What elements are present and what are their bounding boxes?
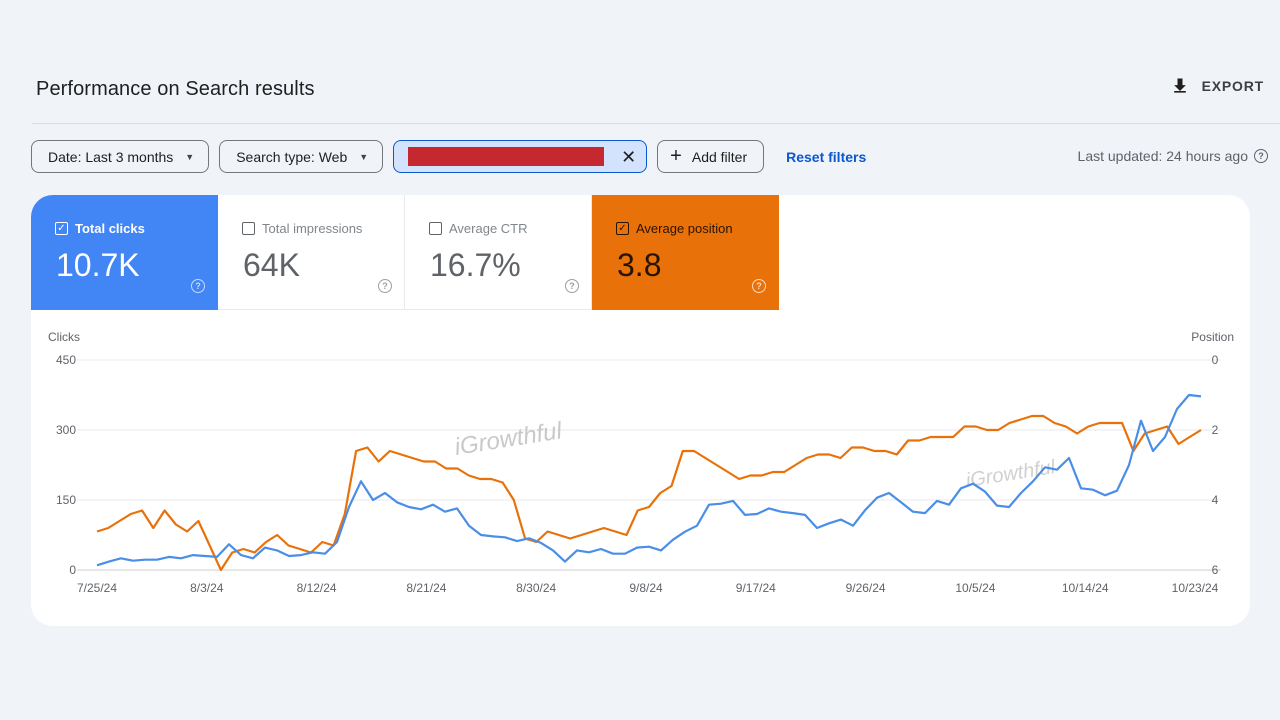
plus-icon: +	[670, 144, 682, 167]
help-icon[interactable]: ?	[191, 279, 205, 293]
checkbox-checked-icon: ✓	[55, 222, 68, 235]
x-tick-label: 9/8/24	[629, 581, 663, 595]
x-tick-label: 8/12/24	[297, 581, 337, 595]
download-icon	[1173, 78, 1186, 93]
checkbox-checked-icon: ✓	[616, 222, 629, 235]
right-tick-label: 2	[1212, 423, 1219, 437]
y-axis-label-right: Position	[1191, 330, 1234, 344]
x-tick-label: 8/21/24	[406, 581, 446, 595]
metric-header: ✓ Total clicks	[55, 221, 145, 236]
left-tick-label: 150	[56, 493, 76, 507]
x-tick-label: 10/5/24	[955, 581, 995, 595]
left-tick-label: 0	[69, 563, 76, 577]
metric-total-clicks[interactable]: ✓ Total clicks 10.7K ?	[31, 195, 218, 310]
x-tick-label: 9/26/24	[846, 581, 886, 595]
metric-total-impressions[interactable]: Total impressions 64K ?	[218, 195, 405, 310]
right-tick-label: 0	[1212, 353, 1219, 367]
y-axis-label-left: Clicks	[48, 330, 80, 344]
checkbox-unchecked-icon	[242, 222, 255, 235]
metric-value: 64K	[243, 247, 300, 283]
export-button[interactable]: EXPORT	[1170, 76, 1264, 96]
date-filter-chip[interactable]: Date: Last 3 months ▼	[31, 140, 210, 173]
metric-average-position[interactable]: ✓ Average position 3.8 ?	[592, 195, 779, 310]
metric-header: ✓ Average position	[616, 221, 733, 236]
metric-header: Average CTR	[429, 221, 528, 236]
metric-label: Total clicks	[75, 221, 145, 236]
left-tick-label: 450	[56, 353, 76, 367]
search-type-filter-label: Search type: Web	[236, 148, 348, 165]
last-updated-text: Last updated: 24 hours ago	[1077, 148, 1248, 164]
last-updated: Last updated: 24 hours ago ?	[1078, 148, 1268, 164]
x-tick-label: 7/25/24	[77, 581, 117, 595]
performance-chart[interactable]: 450 300 150 0 0 2 4 6 Clicks Position 7/25/24 8/3/2…	[31, 310, 1250, 626]
dropdown-arrow-icon: ▼	[185, 151, 195, 162]
export-label: EXPORT	[1201, 78, 1264, 94]
checkbox-unchecked-icon	[429, 222, 442, 235]
left-tick-label: 300	[56, 423, 76, 437]
metric-tiles: ✓ Total clicks 10.7K ? Total impressions…	[31, 195, 1250, 310]
date-filter-label: Date: Last 3 months	[48, 148, 174, 165]
x-tick-label: 9/17/24	[736, 581, 776, 595]
help-icon[interactable]: ?	[378, 279, 392, 293]
redacted-filter-value	[408, 147, 605, 166]
x-tick-label: 8/3/24	[190, 581, 224, 595]
dropdown-arrow-icon: ▼	[359, 151, 369, 162]
chart-svg: 450 300 150 0 0 2 4 6 Clicks Position 7/25/24 8/3/2…	[48, 330, 1234, 595]
header-divider	[32, 123, 1280, 124]
watermark-text: iGrowthful	[453, 417, 565, 461]
metric-label: Average position	[636, 221, 733, 236]
help-icon[interactable]: ?	[565, 279, 579, 293]
metric-label: Average CTR	[449, 221, 528, 236]
clicks-line	[96, 393, 1202, 567]
add-filter-label: Add filter	[691, 148, 748, 165]
performance-card: ✓ Total clicks 10.7K ? Total impressions…	[31, 195, 1250, 626]
reset-filters-link[interactable]: Reset filters	[786, 149, 866, 165]
metric-value: 10.7K	[56, 247, 140, 283]
metric-value: 3.8	[617, 247, 662, 283]
x-tick-label: 10/23/24	[1172, 581, 1219, 595]
x-tick-label: 8/30/24	[516, 581, 556, 595]
filter-bar: Date: Last 3 months ▼ Search type: Web ▼…	[31, 140, 866, 173]
help-icon[interactable]: ?	[1254, 149, 1268, 163]
close-icon[interactable]: ✕	[621, 148, 636, 166]
right-tick-label: 6	[1212, 563, 1219, 577]
right-tick-label: 4	[1212, 493, 1219, 507]
redacted-filter-chip[interactable]: ✕	[393, 140, 648, 173]
help-icon[interactable]: ?	[752, 279, 766, 293]
add-filter-button[interactable]: + Add filter	[657, 140, 765, 173]
search-type-filter-chip[interactable]: Search type: Web ▼	[219, 140, 384, 173]
metric-average-ctr[interactable]: Average CTR 16.7% ?	[405, 195, 592, 310]
metric-value: 16.7%	[430, 247, 521, 283]
x-tick-label: 10/14/24	[1062, 581, 1109, 595]
metric-header: Total impressions	[242, 221, 362, 236]
metric-label: Total impressions	[262, 221, 363, 236]
page-title: Performance on Search results	[36, 78, 315, 100]
